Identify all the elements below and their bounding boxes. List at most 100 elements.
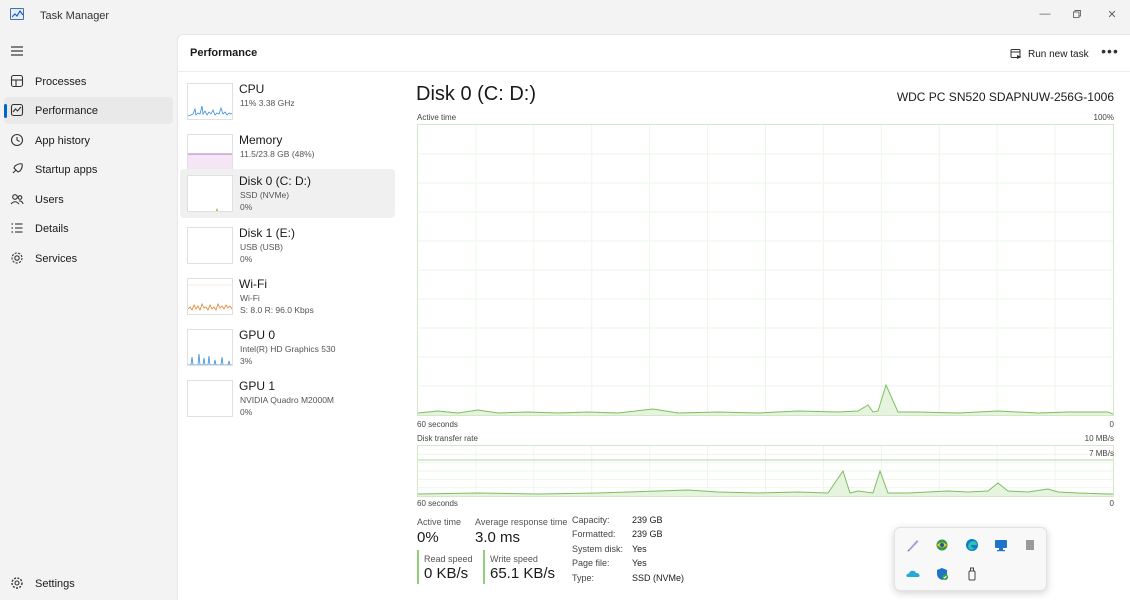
nav-item-users[interactable]: Users bbox=[4, 186, 173, 213]
main-panel: Performance Run new task ••• CPU 11% 3.3… bbox=[177, 34, 1130, 600]
run-new-task-button[interactable]: Run new task bbox=[1010, 45, 1089, 63]
device-usage: S: 8.0 R: 96.0 Kbps bbox=[240, 305, 314, 315]
gpu-0-thumbnail-graph bbox=[187, 329, 233, 366]
main-header: Performance Run new task ••• bbox=[178, 35, 1130, 72]
device-detail: USB (USB) bbox=[240, 242, 283, 252]
device-detail: Intel(R) HD Graphics 530 bbox=[240, 344, 336, 354]
device-item-gpu-1[interactable]: GPU 1 NVIDIA Quadro M2000M 0% bbox=[180, 374, 395, 423]
device-name: Wi-Fi bbox=[239, 277, 267, 291]
device-detail: NVIDIA Quadro M2000M bbox=[240, 395, 335, 405]
device-name: Memory bbox=[239, 133, 283, 147]
active-time-chart-label: Active time bbox=[417, 113, 457, 122]
device-name: Disk 0 (C: D:) bbox=[239, 174, 311, 188]
startup-apps-icon bbox=[12, 163, 23, 174]
transfer-rate-graph bbox=[418, 446, 1113, 496]
active-time-chart bbox=[417, 124, 1114, 416]
close-button[interactable]: ✕ bbox=[1098, 4, 1126, 24]
active-time-stat-value: 0% bbox=[417, 529, 439, 546]
edge-icon[interactable] bbox=[964, 537, 980, 553]
property-key: Page file: bbox=[572, 558, 610, 568]
property-value: 239 GB bbox=[632, 529, 663, 539]
property-key: Type: bbox=[572, 573, 595, 583]
property-value: Yes bbox=[632, 558, 647, 568]
tray-overflow-popup bbox=[894, 527, 1047, 591]
display-icon[interactable] bbox=[993, 537, 1009, 553]
read-speed-block: Read speed 0 KB/s bbox=[417, 550, 473, 584]
restore-icon bbox=[1073, 10, 1081, 18]
device-name: GPU 0 bbox=[239, 328, 276, 342]
disk-title: Disk 0 (C: D:) bbox=[416, 83, 536, 105]
device-name: CPU bbox=[239, 82, 265, 96]
transfer-rate-chart-label: Disk transfer rate bbox=[417, 434, 478, 443]
nav-item-app-history[interactable]: App history bbox=[4, 127, 173, 154]
device-item-cpu[interactable]: CPU 11% 3.38 GHz bbox=[180, 77, 395, 126]
write-speed-label: Write speed bbox=[490, 554, 538, 564]
task-manager-app-icon bbox=[10, 8, 24, 20]
transfer-rate-min-label: 0 bbox=[1109, 499, 1114, 508]
defender-icon[interactable] bbox=[934, 566, 950, 582]
window-title: Task Manager bbox=[40, 10, 110, 22]
users-icon bbox=[10, 194, 24, 205]
device-item-wifi[interactable]: Wi-Fi Wi-Fi S: 8.0 R: 96.0 Kbps bbox=[180, 272, 395, 321]
property-key: Capacity: bbox=[572, 515, 610, 525]
device-item-disk-1[interactable]: Disk 1 (E:) USB (USB) 0% bbox=[180, 221, 395, 270]
globe-app-icon[interactable] bbox=[934, 537, 950, 553]
performance-icon bbox=[10, 103, 24, 117]
nav-item-services[interactable]: Services bbox=[4, 245, 173, 272]
device-list: CPU 11% 3.38 GHz Memory 11.5/23.8 GB (48… bbox=[178, 73, 398, 593]
property-key: Formatted: bbox=[572, 529, 616, 539]
disk-1-thumbnail-graph bbox=[187, 227, 233, 264]
active-time-stat-label: Active time bbox=[417, 517, 462, 527]
wifi-thumbnail-graph bbox=[187, 278, 233, 315]
property-key: System disk: bbox=[572, 544, 624, 554]
run-new-task-label: Run new task bbox=[1028, 48, 1089, 60]
nav-item-settings[interactable]: Settings bbox=[4, 570, 173, 597]
response-time-stat-value: 3.0 ms bbox=[475, 529, 521, 546]
gpu-1-thumbnail-graph bbox=[187, 380, 233, 417]
property-value: Yes bbox=[632, 544, 647, 554]
response-time-stat-label: Average response time bbox=[475, 517, 568, 527]
nav-item-details[interactable]: Details bbox=[4, 215, 173, 242]
transfer-rate-max-label: 10 MB/s bbox=[1084, 434, 1114, 443]
device-item-disk-0[interactable]: Disk 0 (C: D:) SSD (NVMe) 0% bbox=[180, 169, 395, 218]
nav-item-label: Users bbox=[35, 193, 64, 206]
read-speed-label: Read speed bbox=[424, 554, 473, 564]
device-name: Disk 1 (E:) bbox=[239, 226, 296, 240]
device-item-gpu-0[interactable]: GPU 0 Intel(R) HD Graphics 530 3% bbox=[180, 323, 395, 372]
minimize-button[interactable]: — bbox=[1031, 4, 1059, 24]
more-options-button[interactable]: ••• bbox=[1100, 44, 1120, 62]
onedrive-icon[interactable] bbox=[905, 566, 921, 582]
nav-item-label: Services bbox=[35, 252, 78, 265]
gear-icon bbox=[11, 577, 23, 589]
nav-item-label: Performance bbox=[35, 104, 98, 117]
read-speed-value: 0 KB/s bbox=[424, 565, 469, 582]
device-name: GPU 1 bbox=[239, 379, 276, 393]
services-icon bbox=[11, 252, 23, 264]
active-time-max-label: 100% bbox=[1093, 113, 1114, 122]
nav-item-processes[interactable]: Processes bbox=[4, 68, 173, 95]
nav-item-performance[interactable]: Performance bbox=[4, 97, 173, 124]
details-icon bbox=[11, 223, 23, 233]
nav-sidebar: Processes Performance App history Startu… bbox=[0, 34, 177, 600]
pen-icon[interactable] bbox=[905, 537, 921, 553]
disk-0-thumbnail-graph bbox=[187, 175, 233, 212]
nav-item-label: App history bbox=[35, 134, 91, 147]
device-detail: 11% 3.38 GHz bbox=[240, 98, 295, 108]
disk-detail-pane: Disk 0 (C: D:) WDC PC SN520 SDAPNUW-256G… bbox=[416, 73, 1116, 598]
nav-item-label: Processes bbox=[35, 75, 87, 88]
property-value: 239 GB bbox=[632, 515, 663, 525]
page-title: Performance bbox=[190, 47, 258, 59]
nav-item-startup-apps[interactable]: Startup apps bbox=[4, 156, 173, 183]
processes-icon bbox=[10, 74, 24, 88]
app-history-icon bbox=[10, 133, 24, 147]
safely-remove-hardware-icon[interactable] bbox=[964, 566, 980, 582]
run-task-icon bbox=[1010, 49, 1022, 59]
device-detail: Wi-Fi bbox=[240, 293, 260, 303]
restore-button[interactable] bbox=[1063, 4, 1091, 24]
usb-drive-icon[interactable] bbox=[1022, 537, 1038, 553]
write-speed-value: 65.1 KB/s bbox=[490, 565, 556, 582]
transfer-rate-chart bbox=[417, 445, 1114, 497]
hamburger-menu-icon[interactable] bbox=[10, 44, 24, 58]
write-speed-block: Write speed 65.1 KB/s bbox=[483, 550, 555, 584]
device-usage: 3% bbox=[240, 356, 253, 366]
